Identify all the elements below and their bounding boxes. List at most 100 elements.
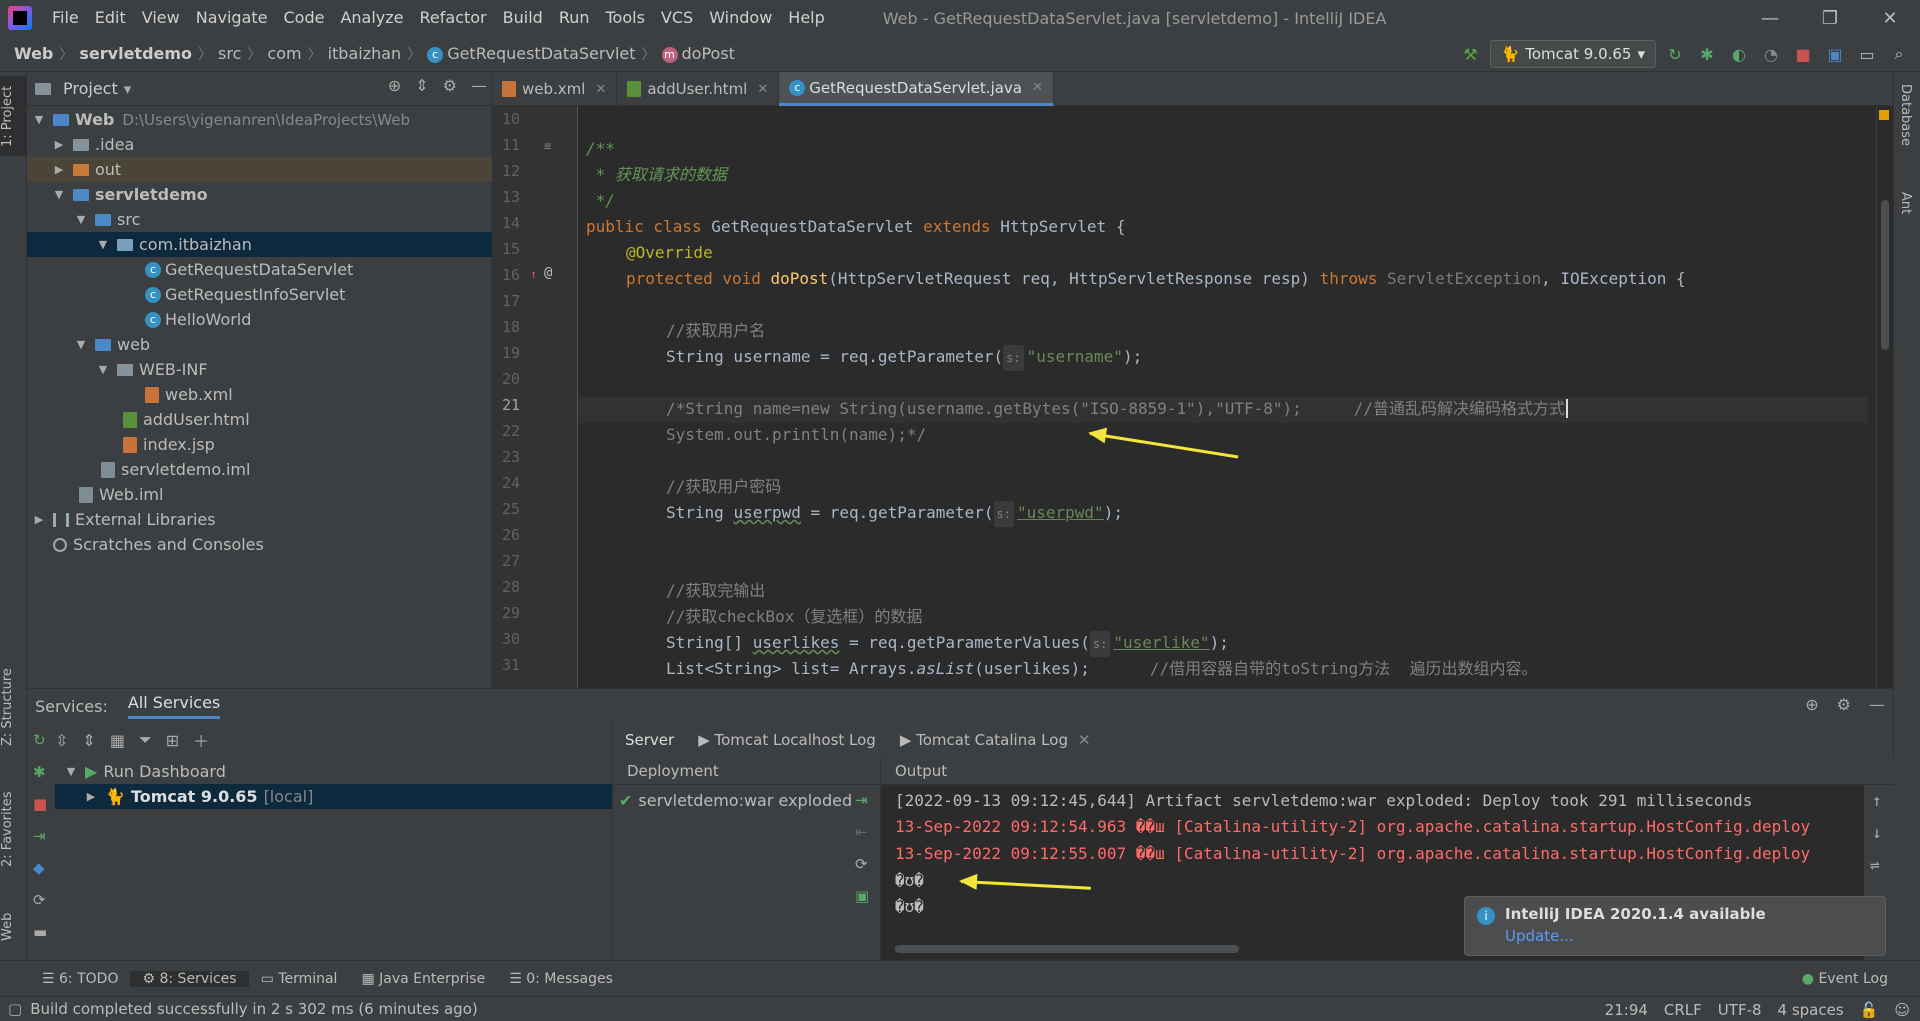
breadcrumb-item[interactable]: servletdemo xyxy=(75,44,196,63)
tool-tab-todo[interactable]: ☰ 6: TODO xyxy=(30,971,130,987)
profile-icon[interactable]: ◔ xyxy=(1758,41,1784,67)
stop-icon[interactable]: ■ xyxy=(1790,41,1816,67)
collapse-arrow-icon[interactable]: ▶ xyxy=(53,163,65,176)
service-run-dashboard[interactable]: ▼ ▶ Run Dashboard xyxy=(55,759,640,784)
code-editor[interactable]: 10 11 12 13 14 15 16 17 18 19 20 21 22 2… xyxy=(492,106,1893,688)
editor-gutter[interactable]: 10 11 12 13 14 15 16 17 18 19 20 21 22 2… xyxy=(492,106,578,688)
editor-scrollbar[interactable] xyxy=(1876,106,1893,688)
locate-icon[interactable]: ⊕ xyxy=(388,76,401,95)
menu-vcs[interactable]: VCS xyxy=(653,0,701,36)
run-configuration-select[interactable]: 🐈 Tomcat 9.0.65 ▾ xyxy=(1489,40,1656,68)
expand-arrow-icon[interactable]: ▼ xyxy=(97,238,109,251)
tool-tab-project[interactable]: 1: Project xyxy=(0,76,27,156)
tree-item-web[interactable]: ▼ Web D:\Users\yigenanren\IdeaProjects\W… xyxy=(27,107,492,132)
tree-item-class[interactable]: c GetRequestInfoServlet xyxy=(27,282,492,307)
menu-help[interactable]: Help xyxy=(780,0,832,36)
rerun-icon[interactable]: ↻ xyxy=(33,731,46,749)
menu-file[interactable]: File xyxy=(44,0,87,36)
tab-all-services[interactable]: All Services xyxy=(127,693,221,719)
undeploy-icon[interactable]: ⇤ xyxy=(855,823,868,841)
menu-view[interactable]: View xyxy=(134,0,188,36)
close-tab-icon[interactable]: ✕ xyxy=(595,82,606,97)
chevron-down-icon[interactable]: ▾ xyxy=(124,80,132,98)
tree-item-file[interactable]: addUser.html xyxy=(27,407,492,432)
tree-item-scratches[interactable]: Scratches and Consoles xyxy=(27,532,492,557)
tool-tab-messages[interactable]: ☰ 0: Messages xyxy=(497,971,625,987)
tab-server[interactable]: Server xyxy=(613,731,686,749)
collapse-all-icon[interactable]: ⇕ xyxy=(415,76,428,95)
tab-getrequestdataservlet[interactable]: c GetRequestDataServlet.java ✕ xyxy=(779,72,1054,106)
tool-tab-event-log[interactable]: ● Event Log xyxy=(1790,971,1900,987)
hide-icon[interactable]: — xyxy=(471,76,487,95)
close-tab-icon[interactable]: ✕ xyxy=(1078,731,1091,749)
menu-window[interactable]: Window xyxy=(701,0,780,36)
file-encoding[interactable]: UTF-8 xyxy=(1718,1001,1762,1019)
expand-arrow-icon[interactable]: ▼ xyxy=(75,338,87,351)
deploy-icon[interactable]: ⇥ xyxy=(855,791,868,809)
tab-web-xml[interactable]: web.xml ✕ xyxy=(492,72,618,106)
search-icon[interactable]: ⌕ xyxy=(1886,41,1912,67)
tree-item-file[interactable]: web.xml xyxy=(27,382,492,407)
tab-adduser-html[interactable]: addUser.html ✕ xyxy=(617,72,780,106)
minimize-icon[interactable]: — xyxy=(1740,0,1800,36)
horizontal-scrollbar[interactable] xyxy=(895,945,1239,953)
refresh-icon[interactable]: ⟳ xyxy=(855,855,868,873)
tree-item-idea[interactable]: ▶ .idea xyxy=(27,132,492,157)
expand-arrow-icon[interactable]: ▼ xyxy=(65,765,77,778)
down-arrow-icon[interactable]: ↓ xyxy=(1872,823,1882,842)
menu-run[interactable]: Run xyxy=(551,0,598,36)
menu-tools[interactable]: Tools xyxy=(598,0,653,36)
tool-tab-terminal[interactable]: ▭ Terminal xyxy=(249,971,350,987)
debug-icon[interactable]: ✱ xyxy=(1694,41,1720,67)
soft-wrap-icon[interactable]: ⇌ xyxy=(1870,855,1880,874)
collapse-arrow-icon[interactable]: ▶ xyxy=(33,513,45,526)
tool-tab-ant[interactable]: Ant xyxy=(1898,192,1913,214)
breadcrumb-item[interactable]: com xyxy=(263,44,305,63)
deploy-icon[interactable]: ⇥ xyxy=(33,827,46,845)
layout-icon[interactable]: ▭ xyxy=(1854,41,1880,67)
tree-item-src[interactable]: ▼ src xyxy=(27,207,492,232)
menu-code[interactable]: Code xyxy=(276,0,333,36)
caret-position[interactable]: 21:94 xyxy=(1605,1001,1648,1019)
update-notification[interactable]: i IntelliJ IDEA 2020.1.4 available Updat… xyxy=(1464,896,1886,956)
tree-item-web-folder[interactable]: ▼ web xyxy=(27,332,492,357)
line-separator[interactable]: CRLF xyxy=(1664,1001,1702,1019)
tree-item-package[interactable]: ▼ com.itbaizhan xyxy=(27,232,492,257)
menu-build[interactable]: Build xyxy=(495,0,551,36)
tab-catalina-log[interactable]: ▶ Tomcat Catalina Log ✕ xyxy=(888,731,1103,749)
filter-icon[interactable]: ⏷ xyxy=(139,730,152,750)
doc-render-icon[interactable]: ≡ xyxy=(544,139,551,153)
tree-item-file[interactable]: Web.iml xyxy=(27,482,492,507)
update-icon[interactable]: ▣ xyxy=(855,887,869,905)
deployment-item[interactable]: ✔ servletdemo:war exploded xyxy=(619,791,852,810)
add-service-icon[interactable]: ＋ xyxy=(193,728,209,752)
tree-item-external-libraries[interactable]: ▶ External Libraries xyxy=(27,507,492,532)
tool-tab-structure[interactable]: Z: Structure xyxy=(0,662,27,752)
refresh-icon[interactable]: ⟳ xyxy=(33,891,46,909)
close-tab-icon[interactable]: ✕ xyxy=(757,82,768,97)
restore-icon[interactable]: ❐ xyxy=(1800,0,1860,36)
tool-tab-favorites[interactable]: 2: Favorites xyxy=(0,784,27,874)
tree-item-class[interactable]: c GetRequestDataServlet xyxy=(27,257,492,282)
group-icon[interactable]: ▦ xyxy=(110,731,125,750)
tool-tab-java-enterprise[interactable]: ▦ Java Enterprise xyxy=(349,971,497,987)
tool-tab-database[interactable]: Database xyxy=(1898,84,1913,146)
status-message[interactable]: Build completed successfully in 2 s 302 … xyxy=(30,1000,478,1018)
breadcrumb-item[interactable]: Web xyxy=(10,44,57,63)
build-hammer-icon[interactable]: ⚒ xyxy=(1458,41,1484,67)
menu-navigate[interactable]: Navigate xyxy=(188,0,276,36)
menu-refactor[interactable]: Refactor xyxy=(412,0,495,36)
scrollbar-thumb[interactable] xyxy=(1881,200,1889,350)
expand-arrow-icon[interactable]: ▼ xyxy=(75,213,87,226)
tree-item-servletdemo[interactable]: ▼ servletdemo xyxy=(27,182,492,207)
expand-arrow-icon[interactable]: ▼ xyxy=(97,363,109,376)
inspection-warning-icon[interactable] xyxy=(1879,110,1889,120)
tree-item-file[interactable]: index.jsp xyxy=(27,432,492,457)
breadcrumb-item[interactable]: src xyxy=(214,44,245,63)
status-icon[interactable]: ▢ xyxy=(8,1000,22,1018)
tree-item-out[interactable]: ▶ out xyxy=(27,157,492,182)
artifact-icon[interactable]: ◆ xyxy=(33,859,45,877)
menu-analyze[interactable]: Analyze xyxy=(332,0,411,36)
breadcrumb-item[interactable]: c GetRequestDataServlet xyxy=(423,44,639,63)
rerun-icon[interactable]: ↻ xyxy=(1662,41,1688,67)
